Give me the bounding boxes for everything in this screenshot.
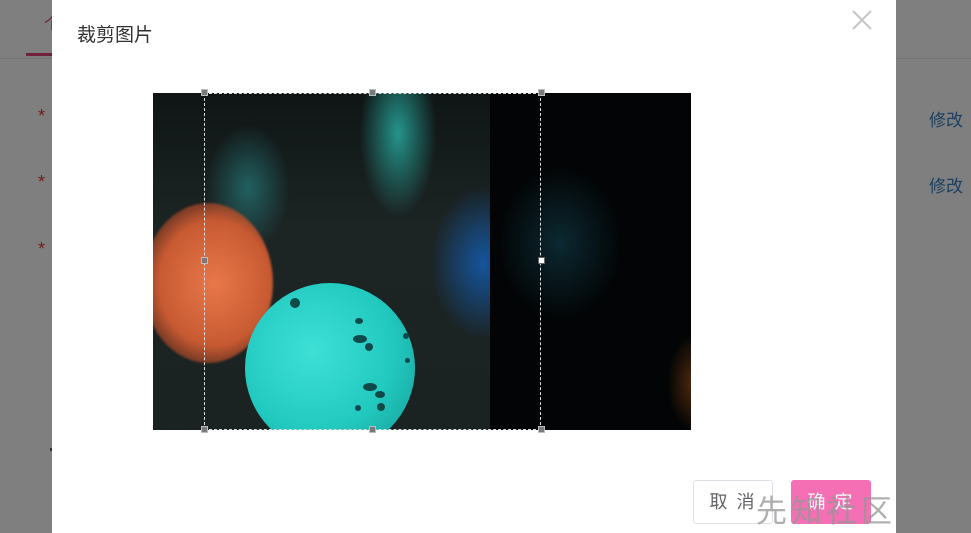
crop-selection-box[interactable] [204,93,541,430]
crop-handle-bottom[interactable] [369,426,376,433]
crop-handle-bottom-left[interactable] [201,426,208,433]
crop-handle-bottom-right[interactable] [538,426,545,433]
close-icon[interactable] [848,6,876,34]
crop-handle-right[interactable] [538,257,545,264]
crop-handle-top-right[interactable] [538,89,545,96]
crop-handle-top[interactable] [369,89,376,96]
dialog-title: 裁剪图片 [77,25,154,46]
crop-handle-left[interactable] [201,257,208,264]
watermark-text: 先知社区 [756,494,896,530]
crop-handle-top-left[interactable] [201,89,208,96]
